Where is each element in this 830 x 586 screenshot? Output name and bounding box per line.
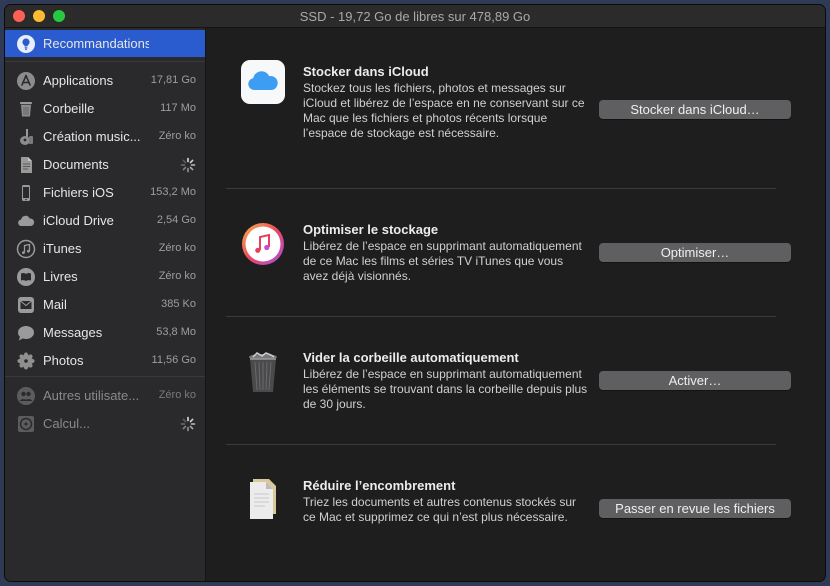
- optimize-button[interactable]: Optimiser…: [599, 243, 791, 262]
- storage-window: SSD - 19,72 Go de libres sur 478,89 Go R…: [5, 5, 825, 581]
- users-icon: [16, 386, 36, 406]
- recommendation-optimize: Optimiser le stockage Libérez de l’espac…: [226, 189, 791, 317]
- photos-flower-icon: [16, 351, 36, 371]
- itunes-icon: [241, 222, 285, 266]
- sidebar-item-photos[interactable]: Photos 11,56 Go: [5, 347, 205, 374]
- sidebar-item-messages[interactable]: Messages 53,8 Mo: [5, 319, 205, 346]
- sidebar-item-label: Photos: [43, 353, 84, 368]
- sidebar-item-label: Documents: [43, 157, 109, 172]
- sidebar-item-fichiers-ios[interactable]: Fichiers iOS 153,2 Mo: [5, 179, 205, 206]
- guitar-icon: [16, 127, 36, 147]
- cloud-icon: [16, 211, 36, 231]
- sidebar: Recommandations Applications 17,81 Go Co…: [5, 28, 206, 581]
- recommendation-reduce-clutter: Réduire l’encombrement Triez les documen…: [226, 445, 791, 573]
- sidebar-item-mail[interactable]: Mail 385 Ko: [5, 291, 205, 318]
- icloud-icon: [241, 60, 285, 104]
- sidebar-item-autres-utilisateurs[interactable]: Autres utilisate... Zéro ko: [5, 382, 205, 409]
- section-description: Libérez de l’espace en supprimant automa…: [303, 367, 588, 411]
- storage-size: 17,81 Go: [150, 74, 196, 86]
- full-trash-icon: [241, 351, 285, 395]
- sidebar-item-label: Fichiers iOS: [43, 185, 114, 200]
- sidebar-item-label: iTunes: [43, 241, 82, 256]
- lightbulb-icon: [16, 34, 36, 54]
- recommendation-empty-trash: Vider la corbeille automatiquement Libér…: [226, 317, 791, 445]
- sidebar-divider: [5, 376, 205, 377]
- app-store-icon: [16, 71, 36, 91]
- storage-size: Zéro ko: [158, 389, 196, 401]
- disk-icon: [16, 414, 36, 434]
- loading-spinner-icon: [180, 157, 196, 173]
- sidebar-item-applications[interactable]: Applications 17,81 Go: [5, 67, 205, 94]
- sidebar-item-label: Livres: [43, 269, 78, 284]
- music-note-icon: [16, 239, 36, 259]
- section-description: Libérez de l’espace en supprimant automa…: [303, 239, 582, 283]
- storage-size: 153,2 Mo: [150, 186, 196, 198]
- mail-icon: [16, 295, 36, 315]
- section-title: Stocker dans iCloud: [303, 64, 429, 79]
- loading-spinner-icon: [180, 416, 196, 432]
- storage-size: Zéro ko: [158, 130, 196, 142]
- sidebar-item-label: Calcul...: [43, 416, 90, 431]
- sidebar-item-label: iCloud Drive: [43, 213, 114, 228]
- storage-size: 2,54 Go: [156, 214, 196, 226]
- trash-icon: [16, 99, 36, 119]
- section-description: Triez les documents et autres contenus s…: [303, 495, 577, 524]
- sidebar-item-label: Corbeille: [43, 101, 95, 116]
- storage-size: 53,8 Mo: [156, 326, 196, 338]
- section-title: Vider la corbeille automatiquement: [303, 350, 519, 365]
- store-in-icloud-button[interactable]: Stocker dans iCloud…: [599, 100, 791, 119]
- sidebar-item-icloud-drive[interactable]: iCloud Drive 2,54 Go: [5, 207, 205, 234]
- review-files-button[interactable]: Passer en revue les fichiers: [599, 499, 791, 518]
- sidebar-item-label: Autres utilisate...: [43, 388, 140, 403]
- storage-size: 11,56 Go: [151, 354, 196, 366]
- sidebar-item-recommandations[interactable]: Recommandations: [5, 30, 205, 57]
- enable-auto-empty-trash-button[interactable]: Activer…: [599, 371, 791, 390]
- document-icon: [16, 155, 36, 175]
- section-title: Optimiser le stockage: [303, 222, 439, 237]
- documents-stack-icon: [241, 477, 285, 521]
- message-icon: [16, 323, 36, 343]
- section-description: Stockez tous les fichiers, photos et mes…: [303, 81, 585, 140]
- sidebar-item-documents[interactable]: Documents: [5, 151, 205, 178]
- sidebar-item-label: Création music...: [43, 129, 141, 144]
- storage-size: 385 Ko: [161, 298, 196, 310]
- recommendation-icloud: Stocker dans iCloud Stockez tous les fic…: [226, 40, 791, 168]
- title-bar: SSD - 19,72 Go de libres sur 478,89 Go: [5, 5, 825, 28]
- storage-size: Zéro ko: [158, 242, 196, 254]
- book-icon: [16, 267, 36, 287]
- sidebar-item-livres[interactable]: Livres Zéro ko: [5, 263, 205, 290]
- recommendations-panel: Stocker dans iCloud Stockez tous les fic…: [206, 28, 825, 581]
- sidebar-item-calcul[interactable]: Calcul...: [5, 410, 205, 437]
- sidebar-item-creation-musicale[interactable]: Création music... Zéro ko: [5, 123, 205, 150]
- sidebar-divider: [5, 61, 205, 62]
- storage-size: 117 Mo: [160, 102, 196, 114]
- sidebar-item-label: Applications: [43, 73, 114, 88]
- iphone-icon: [16, 183, 36, 203]
- sidebar-item-label: Mail: [43, 297, 67, 312]
- sidebar-item-label: Recommandations: [43, 36, 149, 51]
- sidebar-item-itunes[interactable]: iTunes Zéro ko: [5, 235, 205, 262]
- storage-size: Zéro ko: [158, 270, 196, 282]
- section-title: Réduire l’encombrement: [303, 478, 456, 493]
- sidebar-item-label: Messages: [43, 325, 103, 340]
- window-title: SSD - 19,72 Go de libres sur 478,89 Go: [299, 9, 531, 24]
- sidebar-item-corbeille[interactable]: Corbeille 117 Mo: [5, 95, 205, 122]
